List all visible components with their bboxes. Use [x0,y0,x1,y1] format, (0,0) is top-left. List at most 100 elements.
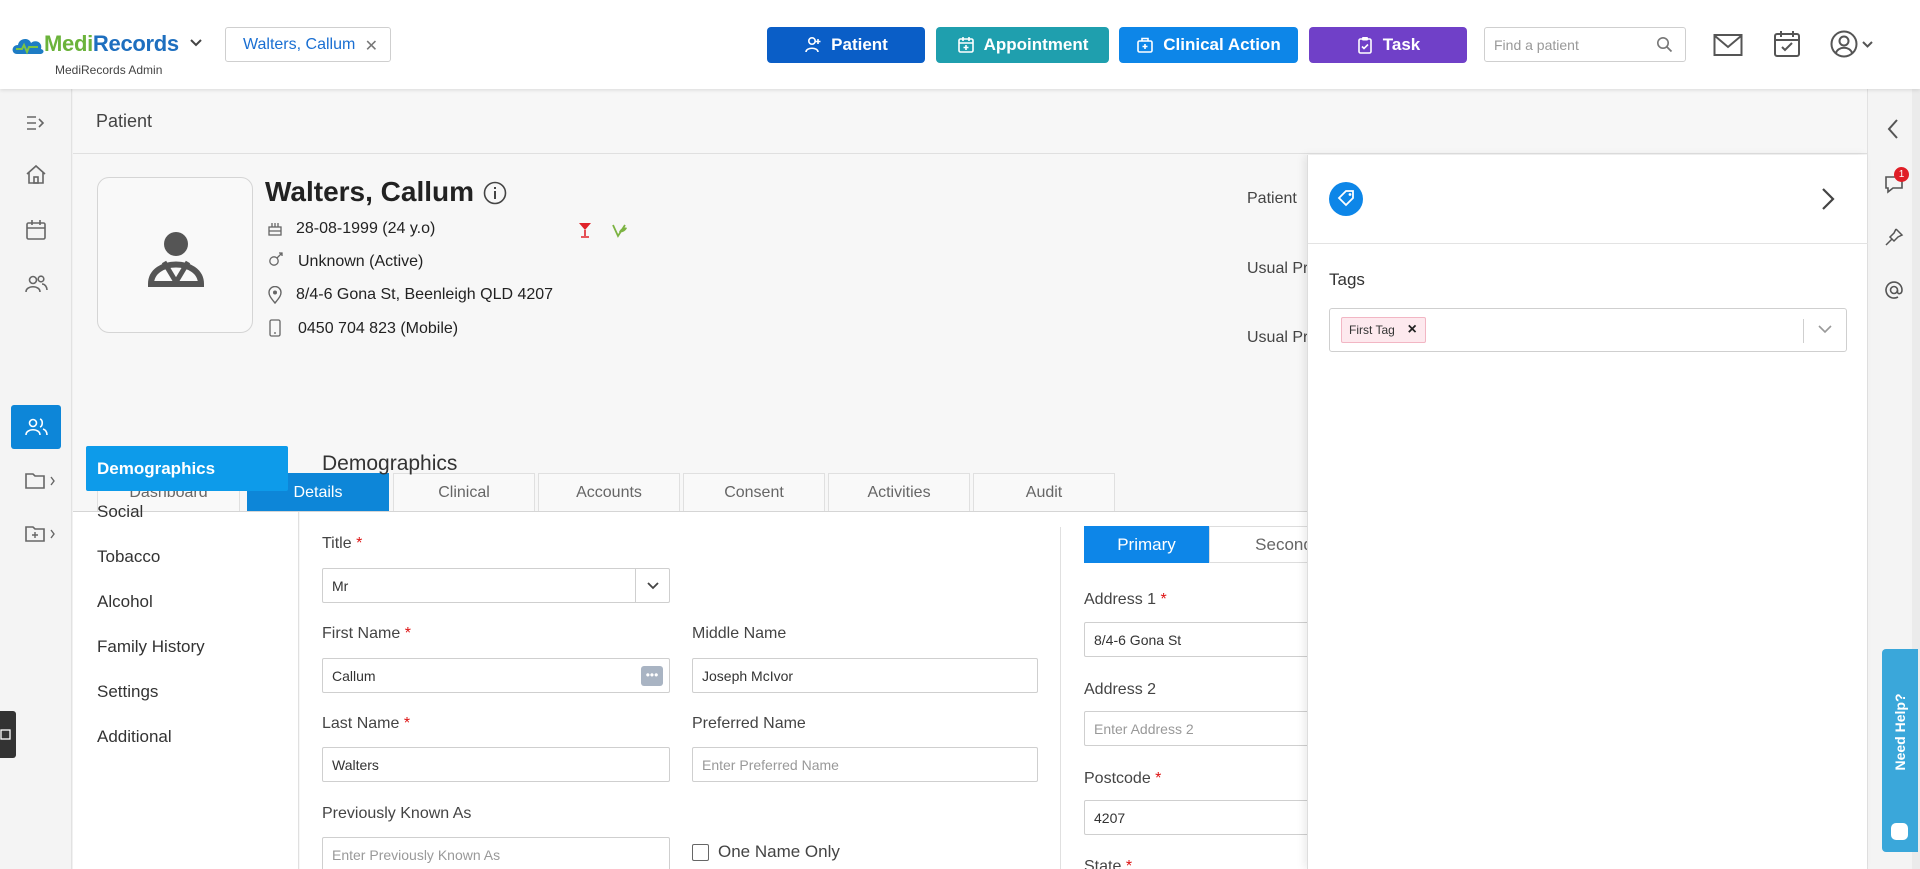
tags-dropdown-chevron-icon[interactable] [1818,325,1832,334]
home-icon[interactable] [24,163,48,187]
column-divider [1060,527,1061,869]
page-title: Patient [96,111,153,131]
gender-icon [267,252,285,268]
top-bar: MediRecords MediRecords Admin Walters, C… [0,0,1920,89]
mention-icon[interactable] [1884,280,1904,300]
folder-add-icon[interactable] [24,522,58,546]
patient-nav-icon[interactable] [24,415,48,439]
open-patient-name[interactable]: Walters, Callum [243,36,355,54]
folder-icon[interactable] [24,469,58,493]
title-dropdown-chevron-icon[interactable] [635,569,669,602]
title-select[interactable]: Mr [322,568,670,603]
alcohol-icon [578,222,592,238]
patient-gender: Unknown (Active) [298,253,424,270]
side-item-social[interactable]: Social [97,502,143,522]
side-item-settings[interactable]: Settings [97,682,158,702]
find-patient-search-input[interactable]: Find a patient [1484,27,1686,62]
tab-consent[interactable]: Consent [683,473,825,511]
search-icon[interactable] [1656,36,1673,53]
expand-menu-icon[interactable] [24,111,48,135]
side-item-family-history[interactable]: Family History [97,637,205,657]
preferred-name-label: Preferred Name [692,715,806,732]
last-name-label: Last Name * [322,715,411,732]
more-options-icon[interactable]: ••• [641,666,663,686]
state-label: State * [1084,858,1133,869]
mail-icon[interactable] [1713,33,1743,57]
medical-bag-icon [1137,37,1154,53]
right-info-label-1: Patient [1247,190,1297,207]
mobile-phone-icon [269,319,281,337]
first-name-label: First Name * [322,625,411,642]
leaf-icon [610,222,628,238]
patients-group-icon[interactable] [24,272,48,296]
patient-phone: 0450 704 823 (Mobile) [298,320,459,337]
calendar-check-icon[interactable] [1773,30,1801,58]
brand-subtitle: MediRecords Admin [55,63,163,77]
patient-address: 8/4-6 Gona St, Beenleigh QLD 4207 [296,286,554,303]
pin-icon[interactable] [1884,227,1904,247]
screen-toggle-icon[interactable] [0,711,16,758]
need-help-button[interactable]: Need Help? [1882,649,1918,852]
calendar-icon[interactable] [24,218,48,242]
tags-select[interactable]: First Tag × [1329,308,1847,352]
birthday-icon [267,220,283,236]
brand-name[interactable]: MediRecords [44,31,179,57]
location-pin-icon [267,286,283,304]
new-patient-button[interactable]: Patient [767,27,925,63]
panel-divider [1308,243,1868,244]
address1-label: Address 1 * [1084,591,1167,608]
tags-panel: Tags First Tag × [1307,155,1868,869]
side-item-tobacco[interactable]: Tobacco [97,547,160,567]
address-tab-primary[interactable]: Primary [1084,526,1209,563]
clipboard-check-icon [1357,37,1372,54]
middle-name-input[interactable]: Joseph McIvor [692,658,1038,693]
title-label: Title * [322,535,363,552]
tag-chip: First Tag × [1341,317,1426,343]
side-item-alcohol[interactable]: Alcohol [97,592,153,612]
remove-tag-icon[interactable]: × [1407,321,1416,339]
tab-clinical[interactable]: Clinical [393,473,535,511]
brand-logo-icon[interactable] [11,32,45,58]
one-name-only-label: One Name Only [718,842,840,861]
tag-icon [1329,182,1363,216]
open-patient-chip[interactable]: Walters, Callum ✕ [225,27,391,62]
right-info-label-3: Usual Pr [1247,329,1309,346]
new-task-button[interactable]: Task [1309,27,1467,63]
add-person-icon [805,36,821,53]
address2-label: Address 2 [1084,681,1157,698]
postcode-label: Postcode * [1084,770,1162,787]
panel-collapse-chevron-icon[interactable] [1821,187,1835,211]
tags-label: Tags [1329,270,1365,289]
avatar [97,177,253,333]
preferred-name-input[interactable]: Enter Preferred Name [692,747,1038,782]
middle-name-label: Middle Name [692,625,787,642]
patient-dob: 28-08-1999 (24 y.o) [296,220,436,237]
close-patient-icon[interactable]: ✕ [365,36,378,56]
tags-select-divider [1803,319,1804,343]
section-title: Demographics [322,452,458,475]
tab-activities[interactable]: Activities [828,473,970,511]
tab-audit[interactable]: Audit [973,473,1115,511]
side-item-additional[interactable]: Additional [97,727,172,747]
brand-dropdown-chevron-icon[interactable] [189,38,203,48]
rail-collapse-chevron-icon[interactable] [1887,119,1899,139]
last-name-input[interactable]: Walters [322,747,670,782]
left-nav [0,89,72,869]
chat-badge: 1 [1894,167,1909,182]
clinical-action-button[interactable]: Clinical Action [1119,27,1298,63]
need-help-label: Need Help? [1892,693,1908,771]
info-icon[interactable] [483,181,507,205]
one-name-only-checkbox[interactable] [692,844,709,861]
patient-name: Walters, Callum [265,176,475,207]
page-title-bar: Patient [73,89,1867,154]
new-appointment-button[interactable]: Appointment [936,27,1109,63]
tab-accounts[interactable]: Accounts [538,473,680,511]
side-item-demographics[interactable]: Demographics [86,446,288,491]
right-rail: 1 Need Help? [1867,89,1920,869]
help-chat-icon [1891,823,1908,840]
user-account-icon[interactable] [1830,30,1876,58]
first-name-input[interactable]: Callum ••• [322,658,670,693]
calendar-plus-icon [957,37,974,53]
previously-known-as-input[interactable]: Enter Previously Known As [322,837,670,869]
right-info-label-2: Usual Pr [1247,260,1309,277]
